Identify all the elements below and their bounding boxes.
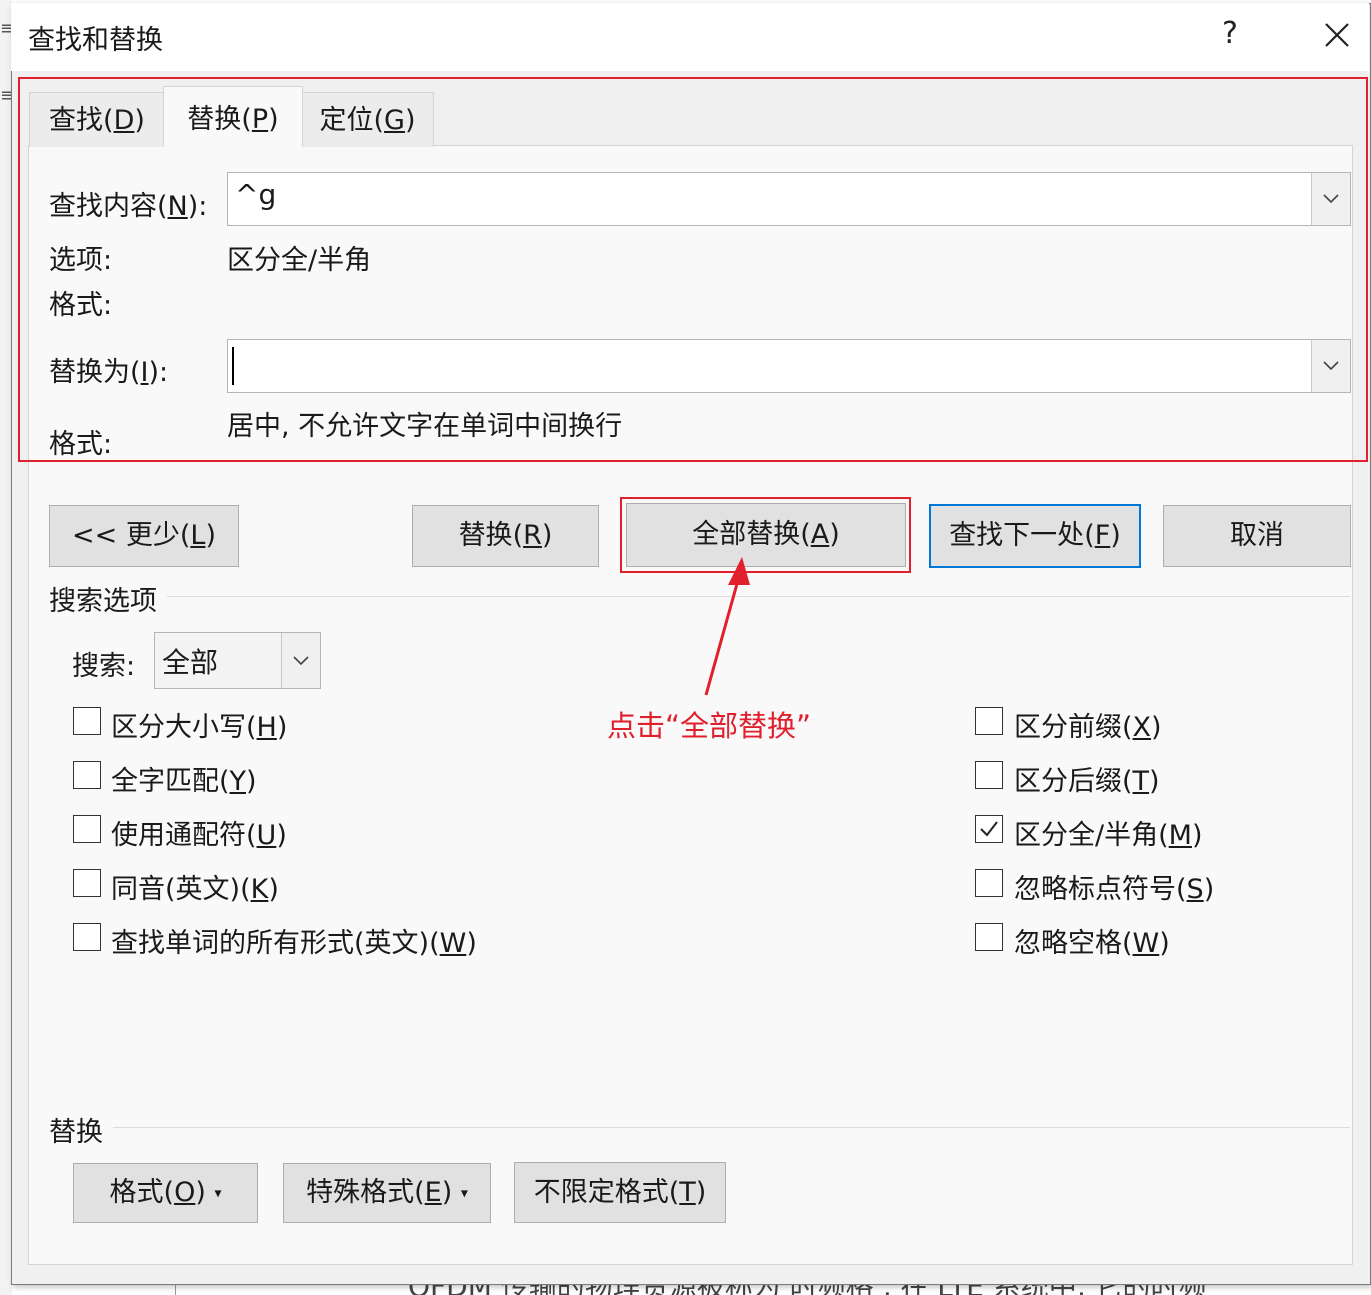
search-direction-select[interactable]: 全部 — [154, 632, 321, 689]
ignore-whitespace-label: 忽略空格(W) — [1014, 928, 1170, 959]
less-button[interactable]: << 更少(L) — [49, 505, 239, 567]
find-next-button[interactable]: 查找下一处(F) — [929, 504, 1141, 568]
match-prefix-checkbox[interactable] — [975, 707, 1003, 735]
ignore-punctuation-label: 忽略标点符号(S) — [1014, 874, 1215, 905]
help-button[interactable]: ? — [1222, 16, 1238, 51]
tab-replace[interactable]: 替换(P) — [163, 86, 303, 147]
ignore-punctuation-checkbox[interactable] — [975, 869, 1003, 897]
match-case-checkbox[interactable] — [73, 707, 101, 735]
search-direction-dropdown[interactable] — [281, 633, 320, 688]
format-menu-button[interactable]: 格式(O) ▾ — [73, 1163, 258, 1223]
whole-word-label: 全字匹配(Y) — [111, 766, 257, 797]
annotation-arrow-icon — [704, 557, 750, 696]
whole-word-checkbox[interactable] — [73, 761, 101, 789]
search-options-title: 搜索选项 — [49, 579, 167, 618]
match-prefix-label: 区分前缀(X) — [1014, 712, 1162, 743]
search-direction-value: 全部 — [162, 646, 219, 679]
checkmark-icon — [980, 821, 998, 837]
match-width-label: 区分全/半角(M) — [1014, 820, 1203, 851]
dialog-title: 查找和替换 — [28, 25, 163, 56]
match-suffix-label: 区分后缀(T) — [1014, 766, 1160, 797]
all-word-forms-label: 查找单词的所有形式(英文)(W) — [111, 928, 477, 959]
cancel-button[interactable]: 取消 — [1163, 505, 1351, 567]
wildcards-checkbox[interactable] — [73, 815, 101, 843]
replace-button[interactable]: 替换(R) — [412, 505, 599, 567]
close-icon[interactable] — [1322, 20, 1352, 50]
dropdown-arrow-icon: ▾ — [460, 1185, 468, 1202]
chevron-down-icon — [293, 655, 309, 665]
match-suffix-checkbox[interactable] — [975, 761, 1003, 789]
dialog-titlebar — [11, 3, 1369, 71]
match-case-label: 区分大小写(H) — [111, 712, 288, 743]
highlight-box-replace-all — [620, 497, 911, 573]
ignore-whitespace-checkbox[interactable] — [975, 923, 1003, 951]
sounds-like-checkbox[interactable] — [73, 869, 101, 897]
replace-section-title: 替换 — [49, 1110, 113, 1149]
sounds-like-label: 同音(英文)(K) — [111, 874, 279, 905]
search-direction-label: 搜索: — [72, 651, 136, 682]
match-width-checkbox[interactable] — [975, 815, 1003, 843]
special-menu-button[interactable]: 特殊格式(E) ▾ — [283, 1163, 491, 1223]
no-formatting-button[interactable]: 不限定格式(T) — [514, 1162, 726, 1223]
annotation-text: 点击“全部替换” — [607, 709, 812, 743]
wildcards-label: 使用通配符(U) — [111, 820, 287, 851]
all-word-forms-checkbox[interactable] — [73, 923, 101, 951]
dropdown-arrow-icon: ▾ — [214, 1185, 222, 1202]
replace-section-divider — [110, 1127, 1350, 1128]
